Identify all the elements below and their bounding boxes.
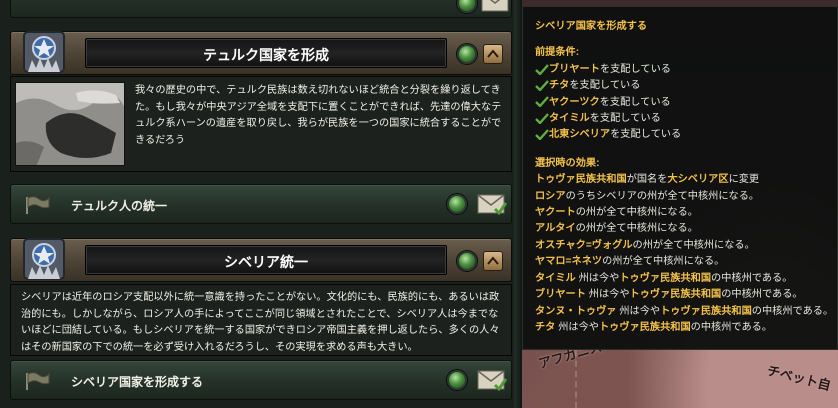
effect-text: のうちシベリアの州が全て中核州になる。: [565, 190, 760, 202]
effect-text: の中核州である。: [711, 272, 793, 284]
effect-item: ヤマロ=ネネツの州が全て中核州になる。: [535, 254, 837, 270]
collapse-arrow-icon: [487, 256, 499, 265]
tooltip-title: シベリア国家を形成する: [535, 21, 648, 32]
description-box-siberia: シベリアは近年のロシア支配以外に統一意識を持ったことがない。文化的にも、民族的に…: [10, 284, 512, 356]
green-orb-icon: [457, 251, 477, 271]
description-text: 我々の歴史の中で、テュルク民族は数え切れないほど統合と分裂を繰り返してきた。もし…: [135, 85, 502, 146]
category-title: シベリア統一: [224, 254, 308, 270]
prerequisite-condition: を支配している: [599, 63, 671, 75]
prerequisite-condition: を支配している: [589, 113, 661, 125]
effect-highlight: トゥヴァ民族共和国: [598, 321, 691, 333]
effect-item: チタ 州は今やトゥヴァ民族共和国の中核州である。: [535, 320, 837, 336]
effect-item: トゥヴァ民族共和国が国名を大シベリア区に変更: [535, 172, 837, 188]
effect-text: の中核州である。: [690, 321, 773, 333]
effect-highlight: トゥヴァ民族共和国: [629, 289, 722, 301]
prerequisites-heading: 前提条件:: [535, 47, 580, 59]
title-plate: シベリア統一: [85, 245, 447, 275]
decision-tooltip: シベリア国家を形成する 前提条件: ブリヤートを支配している チタを支配しているヤ…: [522, 6, 838, 350]
effect-text: の州が全て中核州になる。: [632, 239, 755, 251]
envelope-check-icon[interactable]: [477, 369, 507, 391]
flag-icon: [26, 196, 50, 214]
effect-text: 州は今や: [616, 305, 661, 317]
green-orb-icon: [447, 370, 467, 390]
collapse-arrow-icon: [487, 49, 499, 58]
collapse-button[interactable]: [483, 44, 503, 64]
effect-text: に変更: [728, 174, 760, 186]
effect-text: の州が全て中核州になる。: [575, 223, 698, 235]
effect-highlight: アルタイ: [535, 223, 576, 235]
prerequisite-item: タイミルを支配している: [535, 111, 837, 127]
checkmark-icon: [535, 129, 549, 141]
checkmark-icon: [535, 80, 549, 92]
effect-highlight: ヤマロ=ネネツ: [535, 256, 603, 268]
effect-highlight: タイミル: [535, 272, 576, 284]
effect-item: ロシアのうちシベリアの州が全て中核州になる。: [535, 189, 837, 205]
category-title: テュルク国家を形成: [203, 47, 329, 63]
prerequisite-item: ブリヤートを支配している: [535, 62, 837, 78]
effect-highlight: 大シベリア区: [667, 174, 729, 186]
envelope-check-icon: [481, 0, 509, 12]
decision-label: シベリア国家を形成する: [71, 375, 204, 389]
description-box-turkic: 我々の歴史の中で、テュルク民族は数え切れないほど統合と分裂を繰り返してきた。もし…: [10, 76, 512, 172]
effect-item: アルタイの州が全て中核州になる。: [535, 221, 837, 237]
checkmark-icon: [535, 63, 549, 76]
prerequisite-region: タイミル: [549, 113, 590, 125]
title-plate: テュルク国家を形成: [85, 38, 447, 68]
emblem-icon: [23, 238, 65, 280]
prerequisite-region: 北東シベリア: [549, 129, 611, 141]
flag-icon: [26, 372, 50, 390]
effect-text: が国名を: [626, 174, 668, 186]
effect-highlight: ブリヤート: [535, 289, 586, 301]
effect-text: 州は今や: [585, 289, 630, 301]
collapse-button[interactable]: [483, 251, 503, 271]
effect-highlight: トゥヴァ民族共和国: [619, 272, 712, 284]
emblem-icon: [23, 31, 65, 73]
effect-text: 州は今や: [575, 272, 620, 284]
prerequisite-condition: を支配している: [599, 96, 671, 108]
prerequisite-condition: を支配している: [610, 129, 682, 141]
prerequisite-item: 北東シベリアを支配している: [535, 127, 837, 143]
prerequisite-region: ヤクーツク: [549, 96, 600, 108]
decision-label: テュルク人の統一: [71, 199, 168, 213]
decision-row-turkic-unity[interactable]: テュルク人の統一: [10, 184, 512, 224]
effects-list: トゥヴァ民族共和国が国名を大シベリア区に変更 ロシアのうちシベリアの州が全て中核州…: [535, 172, 837, 336]
effect-item: ヤクートの州が全て中核州になる。: [535, 205, 837, 221]
description-text: シベリアは近年のロシア支配以外に統一意識を持ったことがない。文化的にも、民族的に…: [21, 292, 500, 353]
effect-text: の州が全て中核州になる。: [602, 256, 725, 268]
green-orb-icon: [457, 44, 477, 64]
effect-item: ブリヤート 州は今やトゥヴァ民族共和国の中核州である。: [535, 287, 837, 303]
effect-highlight: トゥヴァ民族共和国: [535, 174, 627, 186]
prerequisite-item: ヤクーツクを支配している: [535, 95, 837, 111]
effect-item: オスチャク=ヴォグルの州が全て中核州になる。: [535, 238, 837, 254]
prerequisite-condition: を支配している: [569, 80, 641, 92]
region-map-thumbnail: [15, 82, 125, 166]
checkmark-icon: [535, 96, 549, 109]
prerequisite-region: ブリヤート: [549, 63, 600, 75]
effect-text: の州が全て中核州になる。: [575, 207, 698, 219]
envelope-check-icon[interactable]: [477, 193, 507, 215]
effect-highlight: ロシア: [535, 190, 566, 202]
checkmark-icon: [535, 113, 549, 125]
effect-highlight: トゥヴァ民族共和国: [660, 305, 752, 317]
green-orb-icon: [447, 194, 467, 214]
previous-decision-row[interactable]: [10, 0, 512, 18]
effect-highlight: ヤクート: [535, 207, 576, 219]
effects-heading: 選択時の効果:: [535, 157, 600, 169]
green-orb-icon: [457, 0, 477, 13]
category-header-turkic[interactable]: テュルク国家を形成: [10, 31, 512, 75]
effect-highlight: タンヌ・トゥヴァ: [535, 305, 617, 317]
effect-text: 州は今や: [555, 321, 599, 333]
prerequisite-item: チタを支配している: [535, 78, 837, 94]
category-header-siberia[interactable]: シベリア統一: [10, 238, 512, 282]
effect-text: の中核州である。: [721, 289, 803, 301]
effect-highlight: オスチャク=ヴォグル: [535, 239, 633, 251]
prerequisite-region: チタ: [549, 80, 570, 92]
effect-highlight: チタ: [535, 321, 556, 333]
decisions-panel: テュルク国家を形成 我々の歴史の中で、テュルク民族は数え切れないほど統合と分裂を…: [0, 0, 522, 408]
decision-row-form-siberian-state[interactable]: シベリア国家を形成する: [10, 360, 512, 400]
prerequisites-list: ブリヤートを支配している チタを支配している ヤクーツクを支配している タイミルを支配…: [535, 62, 837, 144]
effect-item: タイミル 州は今やトゥヴァ民族共和国の中核州である。: [535, 271, 837, 287]
effect-text: の中核州である。: [751, 305, 834, 317]
effect-item: タンヌ・トゥヴァ 州は今やトゥヴァ民族共和国の中核州である。: [535, 304, 837, 320]
